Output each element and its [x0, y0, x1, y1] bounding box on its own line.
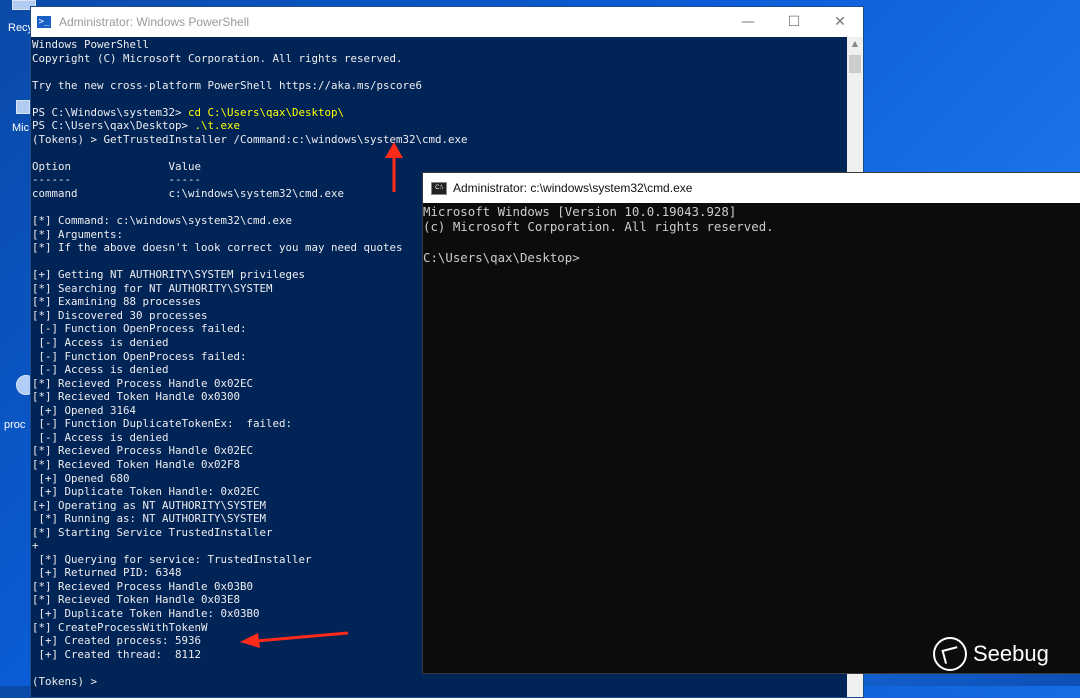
console-line: C:\Users\qax\Desktop> [423, 250, 580, 266]
console-line: (c) Microsoft Corporation. All rights re… [423, 219, 774, 235]
console-line-text: [+] Getting NT AUTHORITY\SYSTEM privileg… [32, 268, 306, 282]
annotation-arrow-up [385, 142, 403, 192]
cmd-window[interactable]: C:\ Administrator: c:\windows\system32\c… [422, 172, 1080, 674]
desktop-icon-procmon[interactable]: proc [0, 375, 36, 431]
desktop-icon-recycle-bin[interactable]: Recy [0, 0, 36, 34]
console-line: (Tokens) > [32, 675, 847, 689]
typed-command: cd C:\Users\qax\Desktop\ [188, 105, 345, 119]
console-line-text: [*] Recieved Process Handle 0x03B0 [32, 579, 254, 593]
console-line-text: [*] Querying for service: TrustedInstall… [32, 552, 312, 566]
cmd-console-output[interactable]: Microsoft Windows [Version 10.0.19043.92… [423, 204, 1080, 673]
console-line-text: Windows PowerShell [32, 38, 150, 51]
console-line-text: [+] Returned PID: 6348 [32, 566, 182, 580]
console-line-text: [*] Starting Service TrustedInstaller [32, 525, 273, 539]
cmd-icon: C:\ [431, 181, 447, 195]
console-line-text: [+] Duplicate Token Handle: 0x03B0 [32, 606, 260, 620]
powershell-titlebar[interactable]: >_ Administrator: Windows PowerShell — ☐… [31, 7, 863, 37]
console-line-text: PS C:\Windows\system32> [32, 105, 189, 119]
console-line: PS C:\Windows\system32> cd C:\Users\qax\… [32, 106, 847, 120]
console-line-text: [*] Recieved Process Handle 0x02EC [32, 376, 254, 390]
desktop-icon-label: Mic [12, 122, 30, 134]
console-line-text: Try the new cross-platform PowerShell ht… [32, 78, 423, 92]
console-line: PS C:\Users\qax\Desktop> .\t.exe [32, 119, 847, 133]
seebug-watermark: Seebug [933, 637, 1049, 671]
console-line-text: command c:\windows\system32\cmd.exe [32, 187, 345, 201]
console-line-text: PS C:\Users\qax\Desktop> [32, 119, 195, 133]
edge-icon [16, 100, 30, 114]
typed-command: .\t.exe [194, 119, 241, 133]
window-title: Administrator: Windows PowerShell [59, 15, 250, 29]
console-line-text: Copyright (C) Microsoft Corporation. All… [32, 51, 403, 65]
console-line-text: [*] Recieved Token Handle 0x03E8 [32, 593, 241, 607]
powershell-icon: >_ [37, 16, 51, 28]
console-line-text: [*] Examining 88 processes [32, 295, 202, 309]
console-line-text: [*] Recieved Token Handle 0x0300 [32, 390, 241, 404]
console-line-text: [+] Opened 3164 [32, 403, 137, 417]
scroll-up-icon[interactable]: ▲ [847, 39, 863, 48]
seebug-logo-icon [933, 637, 967, 671]
window-title: Administrator: c:\windows\system32\cmd.e… [453, 181, 693, 195]
console-line-text: [+] Opened 680 [32, 471, 130, 485]
close-button[interactable]: ✕ [817, 7, 863, 37]
console-line-text: [*] If the above doesn't look correct yo… [32, 241, 403, 255]
console-line-text: ------ ----- [32, 173, 202, 187]
console-line-text: [*] Running as: NT AUTHORITY\SYSTEM [32, 512, 267, 526]
console-line-text: [-] Access is denied [32, 430, 169, 444]
console-line-text: [*] Recieved Process Handle 0x02EC [32, 444, 254, 458]
console-line-text: [+] Created process: 5936 [32, 634, 202, 648]
console-line-text: [+] Created thread: 8112 [32, 647, 202, 661]
console-line: (Tokens) > GetTrustedInstaller /Command:… [32, 133, 847, 147]
desktop-icon-edge[interactable]: Mic [0, 100, 30, 134]
console-line-text: [-] Function OpenProcess failed: [32, 322, 247, 336]
desktop-icon-label: proc [4, 419, 26, 431]
annotation-arrow-left [240, 631, 349, 648]
minimize-button[interactable]: — [725, 7, 771, 37]
console-line-text: [-] Access is denied [32, 363, 169, 377]
console-line-text: [-] Access is denied [32, 336, 169, 350]
console-line-text: + [32, 539, 39, 553]
console-line-text: [-] Function DuplicateTokenEx: failed: [32, 417, 293, 431]
console-line: Copyright (C) Microsoft Corporation. All… [32, 52, 847, 66]
console-line-text: [+] Duplicate Token Handle: 0x02EC [32, 485, 260, 499]
console-line-text: [*] Recieved Token Handle 0x02F8 [32, 457, 241, 471]
console-line: Windows PowerShell [32, 38, 847, 52]
console-line-text: [-] Function OpenProcess failed: [32, 349, 247, 363]
console-line: Microsoft Windows [Version 10.0.19043.92… [423, 204, 737, 219]
maximize-button[interactable]: ☐ [771, 7, 817, 37]
console-line-text: [*] Discovered 30 processes [32, 308, 208, 322]
console-line-text: [*] CreateProcessWithTokenW [32, 620, 208, 634]
console-line-text: [*] Searching for NT AUTHORITY\SYSTEM [32, 281, 273, 295]
watermark-text: Seebug [973, 641, 1049, 666]
console-line-text: Option Value [32, 159, 202, 173]
console-line-text: [*] Arguments: [32, 227, 124, 241]
cmd-titlebar[interactable]: C:\ Administrator: c:\windows\system32\c… [423, 173, 1080, 203]
console-line-text: [+] Operating as NT AUTHORITY\SYSTEM [32, 498, 267, 512]
scrollbar-thumb[interactable] [849, 55, 861, 73]
console-line-text: [*] Command: c:\windows\system32\cmd.exe [32, 214, 293, 228]
console-line: Try the new cross-platform PowerShell ht… [32, 79, 847, 93]
